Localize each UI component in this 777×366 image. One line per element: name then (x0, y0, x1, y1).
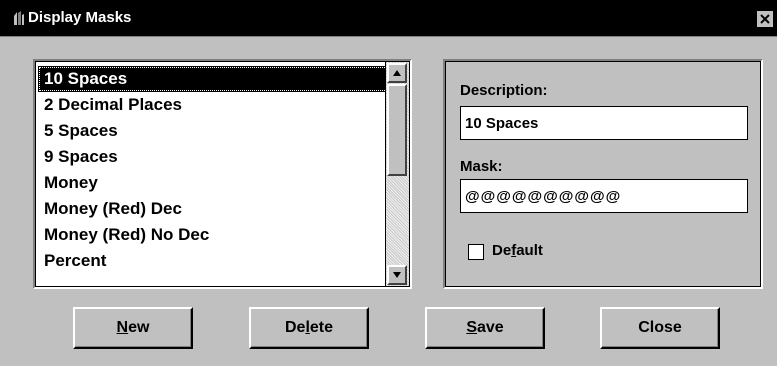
arrow-down-icon (393, 272, 401, 278)
arrow-up-icon (393, 70, 401, 76)
mask-field[interactable] (460, 179, 748, 213)
delete-button[interactable]: Delete (249, 307, 369, 349)
save-button[interactable]: Save (425, 307, 545, 349)
title-bar[interactable]: Display Masks (0, 0, 777, 37)
scroll-up-button[interactable] (387, 63, 407, 83)
list-item[interactable]: Percent (38, 248, 390, 274)
list-item[interactable]: 9 Spaces (38, 144, 390, 170)
close-button[interactable]: Close (600, 307, 720, 349)
display-masks-window: Display Masks 10 Spaces 2 Decimal Places 5… (0, 0, 777, 366)
default-checkbox[interactable] (468, 244, 484, 260)
close-icon (760, 14, 770, 24)
default-checkbox-label[interactable]: Default (492, 242, 543, 259)
description-label: Description: (460, 82, 548, 99)
list-item[interactable]: 10 Spaces (38, 66, 390, 92)
app-icon (12, 10, 26, 26)
list-item[interactable]: Money (Red) No Dec (38, 222, 390, 248)
scroll-down-button[interactable] (387, 265, 407, 285)
mask-details-panel: Description: Mask: Default (443, 59, 763, 289)
window-title: Display Masks (28, 9, 132, 26)
list-item[interactable]: 5 Spaces (38, 118, 390, 144)
list-scrollbar[interactable] (385, 62, 409, 286)
scroll-thumb[interactable] (387, 84, 407, 176)
close-window-button[interactable] (756, 10, 774, 28)
list-item[interactable]: Money (38, 170, 390, 196)
masks-listbox[interactable]: 10 Spaces 2 Decimal Places 5 Spaces 9 Space… (33, 59, 412, 289)
list-item[interactable]: Money (Red) Dec (38, 196, 390, 222)
mask-label: Mask: (460, 158, 503, 175)
new-button[interactable]: New (73, 307, 193, 349)
list-item[interactable]: 2 Decimal Places (38, 92, 390, 118)
description-field[interactable] (460, 106, 748, 140)
masks-list: 10 Spaces 2 Decimal Places 5 Spaces 9 Space… (38, 66, 390, 274)
